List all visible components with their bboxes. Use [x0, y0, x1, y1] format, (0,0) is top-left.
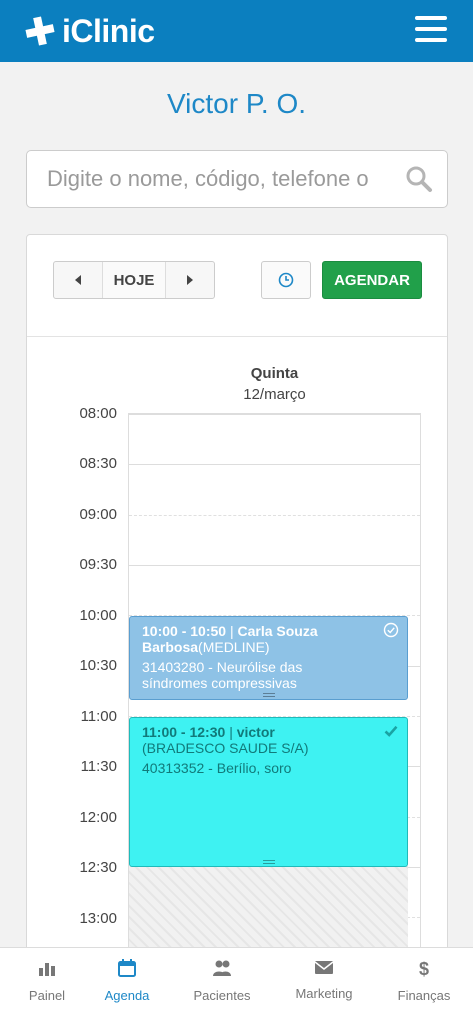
bar-chart-icon — [39, 963, 55, 976]
nav-agenda[interactable]: Agenda — [80, 948, 174, 1024]
check-icon[interactable] — [383, 723, 399, 739]
date-navigation: HOJE — [53, 261, 215, 299]
next-day-button[interactable] — [166, 262, 214, 298]
users-icon — [213, 960, 231, 976]
envelope-icon — [314, 961, 334, 974]
time-label: 09:30 — [79, 556, 117, 573]
grid-line — [129, 464, 420, 465]
dollar-icon: $ — [419, 959, 429, 978]
separator: | — [229, 724, 233, 740]
appointment-time: 10:00 - 10:50 — [142, 623, 227, 639]
calendar-toolbar: HOJE AGENDAR — [27, 235, 447, 337]
today-button[interactable]: HOJE — [102, 262, 166, 298]
calendar-icon — [118, 959, 136, 977]
time-label: 11:30 — [80, 758, 117, 775]
time-label: 09:00 — [79, 506, 117, 523]
time-label: 11:00 — [80, 708, 117, 725]
cross-logo-icon — [25, 16, 55, 46]
nav-label: Pacientes — [193, 988, 251, 1003]
brand-logo[interactable]: iClinic — [24, 12, 155, 50]
time-label: 10:00 — [79, 607, 117, 624]
resize-handle[interactable] — [262, 693, 275, 697]
doctor-name[interactable]: Victor P. O. — [0, 88, 473, 120]
grid-line — [129, 515, 420, 516]
time-label: 12:30 — [79, 859, 117, 876]
prev-day-button[interactable] — [54, 262, 102, 298]
schedule-button[interactable]: AGENDAR — [322, 261, 422, 299]
calendar-panel: HOJE AGENDAR Quinta 12/março 08:00 08:30… — [26, 234, 448, 974]
svg-text:$: $ — [419, 959, 429, 978]
insurance-name: (BRADESCO SAUDE S/A) — [142, 740, 309, 756]
procedure: síndromes compressivas — [142, 675, 297, 691]
brand-name: iClinic — [62, 12, 155, 49]
nav-label: Agenda — [104, 988, 150, 1003]
time-label: 10:30 — [79, 657, 117, 674]
clock-button[interactable] — [261, 261, 311, 299]
search-icon[interactable] — [405, 165, 433, 193]
patient-name: Barbosa — [142, 639, 199, 655]
nav-label: Marketing — [295, 986, 353, 1001]
procedure: 40313352 - Berílio, soro — [142, 760, 292, 776]
resize-handle[interactable] — [262, 860, 275, 864]
patient-search — [26, 150, 448, 208]
bottom-navigation: Painel Agenda Pacientes Marketing $ Fina… — [0, 947, 473, 1024]
day-name: Quinta — [250, 365, 299, 382]
separator: | — [229, 623, 234, 639]
time-label: 08:00 — [79, 405, 117, 422]
clock-icon — [278, 272, 294, 288]
patient-name: Carla Souza — [237, 623, 318, 639]
insurance-name: (MEDLINE) — [198, 639, 270, 655]
nav-marketing[interactable]: Marketing — [277, 948, 371, 1024]
nav-label: Finanças — [397, 988, 451, 1003]
time-label: 08:30 — [79, 455, 117, 472]
search-input[interactable] — [47, 151, 397, 207]
appointment-time: 11:00 - 12:30 — [142, 724, 226, 740]
appointment-card[interactable]: 11:00 - 12:30 | victor (BRADESCO SAUDE S… — [129, 717, 408, 867]
procedure: 31403280 - Neurólise das — [142, 659, 303, 675]
day-date: 12/março — [243, 386, 306, 403]
chevron-left-icon — [75, 275, 81, 285]
chevron-right-icon — [187, 275, 193, 285]
grid-line — [129, 414, 420, 415]
grid-line — [129, 565, 420, 566]
nav-financas[interactable]: $ Finanças — [377, 948, 471, 1024]
time-label: 12:00 — [79, 809, 117, 826]
nav-pacientes[interactable]: Pacientes — [175, 948, 269, 1024]
top-bar: iClinic — [0, 0, 473, 62]
patient-name: victor — [236, 724, 275, 740]
time-label: 13:00 — [79, 910, 117, 927]
hamburger-icon[interactable] — [415, 16, 447, 44]
check-circle-icon[interactable] — [383, 622, 399, 638]
appointment-card[interactable]: 10:00 - 10:50 | Carla Souza Barbosa(MEDL… — [129, 616, 408, 700]
